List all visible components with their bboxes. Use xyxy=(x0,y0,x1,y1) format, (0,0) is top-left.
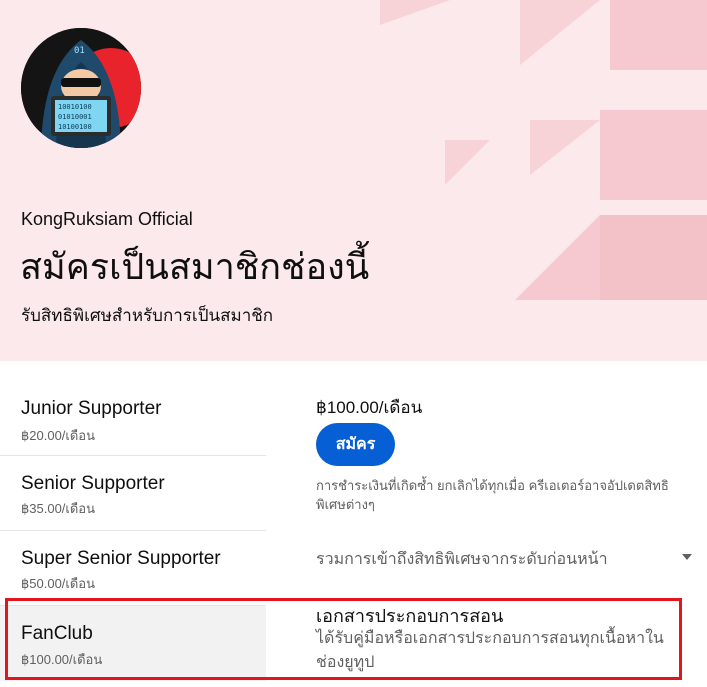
tier-name: Super Senior Supporter xyxy=(21,548,221,569)
page-subtitle: รับสิทธิพิเศษสำหรับการเป็นสมาชิก xyxy=(21,306,274,325)
avatar-binary-2: 01010001 xyxy=(58,113,92,121)
avatar-binary-1: 10010100 xyxy=(58,103,92,111)
tier-item-senior-supporter[interactable]: Senior Supporter ฿35.00/เดือน xyxy=(0,456,266,531)
tier-price: ฿50.00/เดือน xyxy=(21,576,95,591)
tier-name: Junior Supporter xyxy=(21,398,162,419)
channel-avatar[interactable]: 01 10010100 01010001 10100100 xyxy=(21,28,141,148)
billing-disclaimer: การชำระเงินที่เกิดซ้ำ ยกเลิกได้ทุกเมื่อ … xyxy=(316,478,669,512)
dropdown-arrow-icon[interactable] xyxy=(680,550,694,564)
page-title: สมัครเป็นสมาชิกช่องนี้ xyxy=(20,246,370,287)
tier-item-super-senior-supporter[interactable]: Super Senior Supporter ฿50.00/เดือน xyxy=(0,531,266,606)
join-button[interactable]: สมัคร xyxy=(316,423,395,466)
membership-header: 01 10010100 01010001 10100100 KongRuksia… xyxy=(0,0,707,361)
channel-name: KongRuksiam Official xyxy=(21,209,193,229)
hacker-avatar-icon: 01 10010100 01010001 10100100 xyxy=(21,28,141,148)
avatar-badge: 01 xyxy=(74,46,85,56)
tier-name: Senior Supporter xyxy=(21,473,165,494)
previous-tier-perks-toggle-label[interactable]: รวมการเข้าถึงสิทธิพิเศษจากระดับก่อนหน้า xyxy=(316,547,608,572)
highlight-box xyxy=(5,598,682,680)
tier-price: ฿20.00/เดือน xyxy=(21,428,95,443)
avatar-binary-3: 10100100 xyxy=(58,123,92,131)
selected-tier-price: ฿100.00/เดือน xyxy=(316,398,423,417)
tier-price: ฿35.00/เดือน xyxy=(21,501,95,516)
tier-item-junior-supporter[interactable]: Junior Supporter ฿20.00/เดือน xyxy=(0,381,266,456)
